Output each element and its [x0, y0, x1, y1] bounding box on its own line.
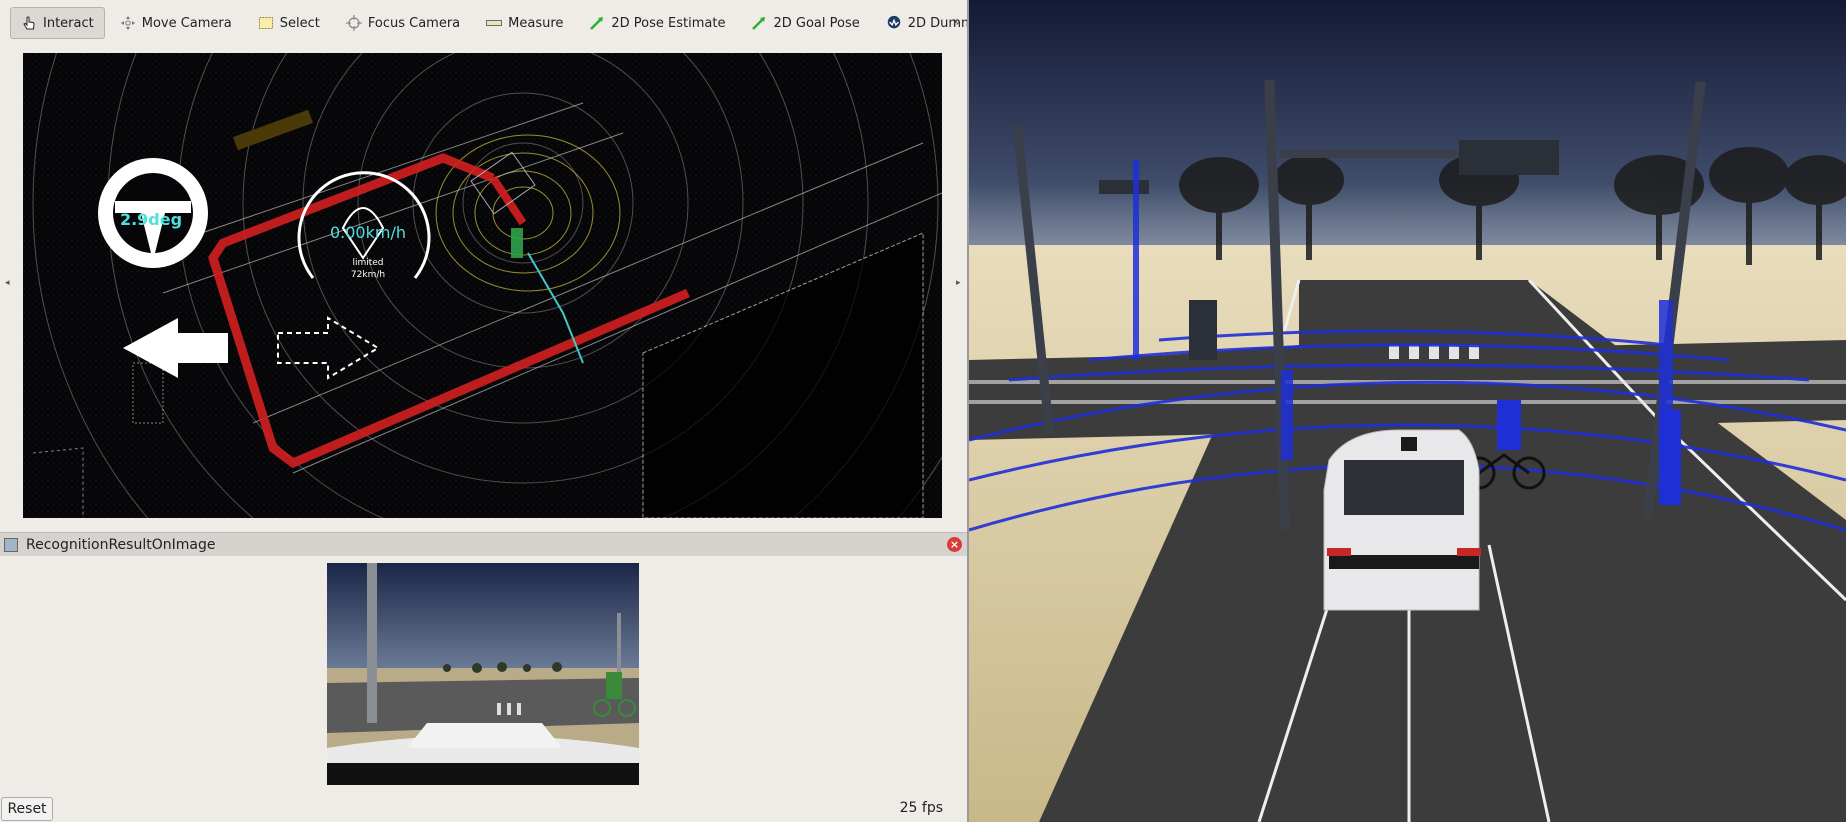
tool-label: Select — [279, 15, 320, 31]
pedestrian — [1659, 410, 1681, 505]
fps-counter: 25 fps — [899, 800, 943, 816]
recognition-panel-title: RecognitionResultOnImage — [26, 536, 216, 553]
close-panel-button[interactable]: × — [947, 537, 962, 552]
rviz-toolbar: Interact Move Camera Select Focus Camera — [0, 0, 1054, 46]
select-box-icon — [258, 15, 274, 31]
sky — [969, 0, 1846, 260]
tool-interact[interactable]: Interact — [10, 7, 105, 39]
toolbar-overflow-button[interactable]: » — [952, 14, 961, 30]
collapse-right-icon[interactable]: ▸ — [956, 278, 961, 288]
move-camera-icon — [120, 15, 136, 31]
recognition-panel-header: RecognitionResultOnImage × — [0, 532, 967, 556]
collapse-left-icon[interactable]: ◂ — [5, 278, 10, 288]
tool-label: Measure — [508, 15, 564, 31]
camera-image-view — [327, 563, 639, 785]
tool-move-camera[interactable]: Move Camera — [109, 7, 243, 39]
camera-frame — [327, 563, 639, 785]
desktop: Interact Move Camera Select Focus Camera — [0, 0, 1846, 822]
ego-car — [1323, 429, 1481, 611]
tool-2d-pose-estimate[interactable]: 2D Pose Estimate — [578, 7, 736, 39]
autoware-logo-icon — [886, 15, 902, 31]
tool-label: 2D Goal Pose — [773, 15, 860, 31]
focus-camera-icon — [345, 15, 362, 31]
reset-button[interactable]: Reset — [1, 797, 53, 821]
map-visualization: 2.9deg 0.00km/h limited 72km/h — [23, 53, 942, 518]
rviz-panel: Interact Move Camera Select Focus Camera — [0, 0, 1054, 822]
ruler-icon — [486, 15, 503, 31]
tool-2d-goal-pose[interactable]: 2D Goal Pose — [740, 7, 870, 39]
tool-focus-camera[interactable]: Focus Camera — [335, 7, 471, 39]
tool-label: 2D Pose Estimate — [611, 15, 726, 31]
speed-text: 0.00km/h — [330, 223, 406, 242]
green-arrow-icon — [751, 15, 767, 31]
simulation-scene — [969, 0, 1846, 822]
tool-label: Interact — [43, 15, 94, 31]
tool-label: Focus Camera — [367, 15, 461, 31]
rviz-status-bar: Reset 25 fps — [0, 795, 967, 822]
speed-limit-value: 72km/h — [351, 270, 385, 280]
simulator-view — [969, 0, 1846, 822]
hand-pointer-icon — [21, 15, 37, 31]
tool-measure[interactable]: Measure — [475, 7, 574, 39]
steering-angle-text: 2.9deg — [120, 210, 182, 229]
rviz-3d-view[interactable]: 2.9deg 0.00km/h limited 72km/h — [23, 53, 942, 518]
green-arrow-icon — [589, 15, 605, 31]
speed-limit-label: limited — [352, 258, 383, 268]
tool-select[interactable]: Select — [247, 7, 331, 39]
tool-label: Move Camera — [141, 15, 232, 31]
image-panel-icon — [4, 537, 18, 552]
